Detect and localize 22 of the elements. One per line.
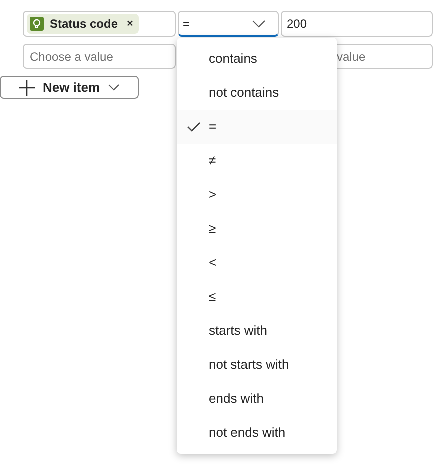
menu-item[interactable]: ends with (177, 382, 337, 416)
menu-item[interactable]: not contains (177, 76, 337, 110)
lightbulb-icon (30, 17, 44, 31)
menu-item[interactable]: = (177, 110, 337, 144)
chevron-down-icon (252, 20, 266, 28)
value-field[interactable]: 200 (281, 11, 433, 37)
menu-item[interactable]: ≠ (177, 144, 337, 178)
value-field[interactable]: Choose a value (23, 44, 176, 69)
menu-item[interactable]: < (177, 246, 337, 280)
remove-button[interactable]: × (124, 16, 136, 32)
plus-icon (18, 80, 35, 96)
menu-item[interactable]: not ends with (177, 416, 337, 450)
chevron-down-icon (108, 84, 120, 91)
checkmark-icon (187, 122, 201, 132)
field-selector[interactable]: Status code × (23, 11, 176, 37)
menu-item[interactable]: ≤ (177, 280, 337, 314)
menu-item[interactable]: > (177, 178, 337, 212)
menu-item[interactable]: not starts with (177, 348, 337, 382)
menu-item[interactable]: ≥ (177, 212, 337, 246)
new-item-button[interactable]: New item (0, 76, 139, 99)
menu-item[interactable]: starts with (177, 314, 337, 348)
field-name: Status code (50, 16, 118, 33)
